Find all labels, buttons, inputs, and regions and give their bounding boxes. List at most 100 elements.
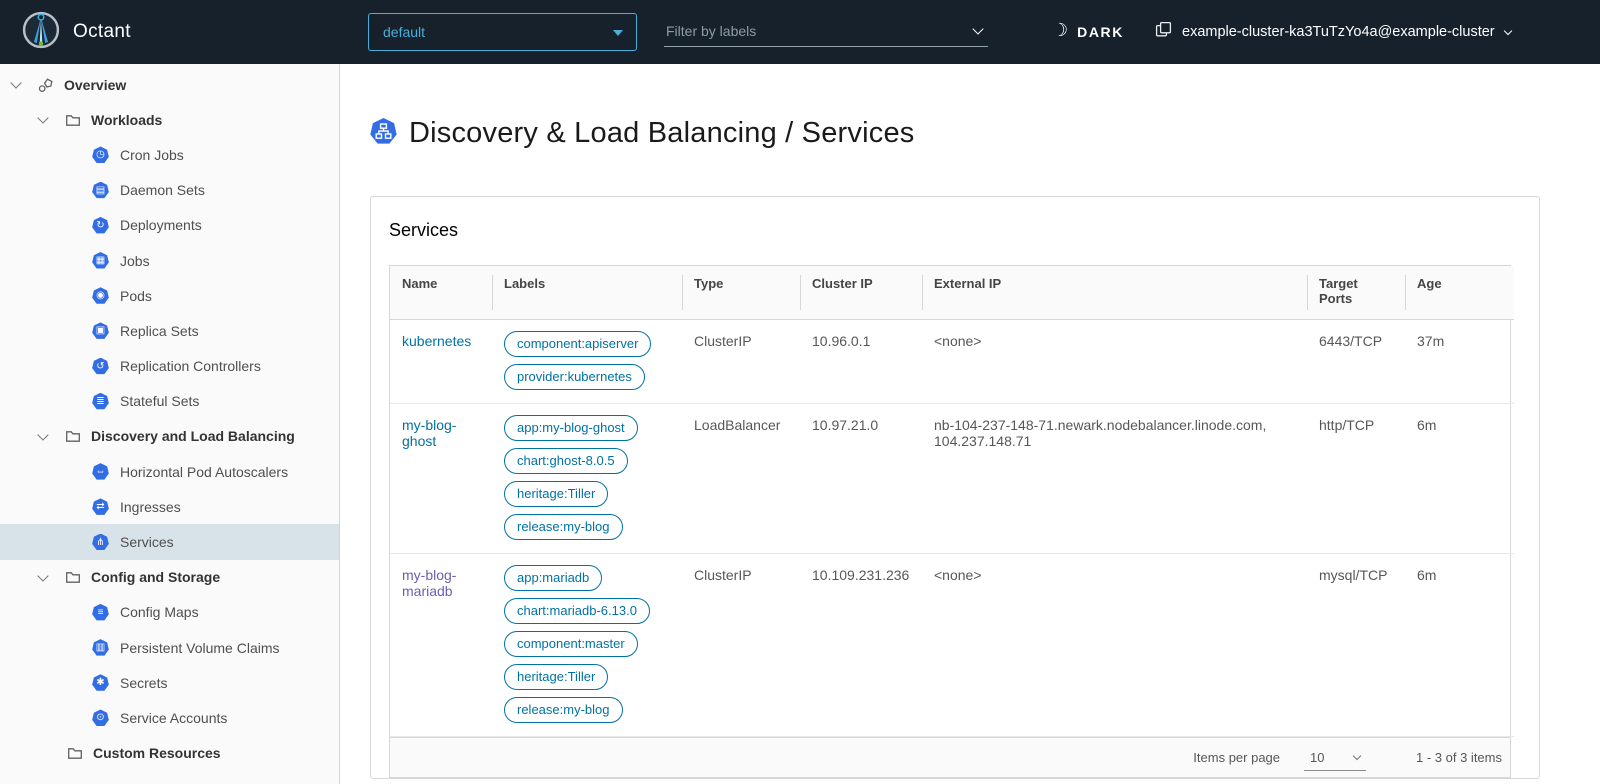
sidebar-item-label: Pods [120,288,152,304]
label-badge[interactable]: component:apiserver [504,331,651,357]
sidebar-item-label: Stateful Sets [120,393,199,409]
cell-type: ClusterIP [682,554,800,737]
page-title: Discovery & Load Balancing / Services [409,117,914,150]
sidebar-item-label: Config and Storage [91,569,220,585]
table-row-kubernetes: kubernetes component:apiserver provider:ku… [390,320,1514,404]
sidebar-item-deployments[interactable]: ↻Deployments [0,208,339,243]
sidebar-item-label: Jobs [120,253,150,269]
label-badge[interactable]: chart:ghost-8.0.5 [504,448,628,474]
sidebar-item-horizontal-pod-autoscalers[interactable]: ⇔Horizontal Pod Autoscalers [0,454,339,489]
sidebar-item-label: Ingresses [120,499,181,515]
pods-icon: ◉ [92,287,109,304]
services-card: Services NameLabelsTypeCluster IPExterna… [370,196,1540,780]
moon-icon: ☾ [1052,20,1068,41]
label-badge[interactable]: heritage:Tiller [504,481,608,507]
chevron-down-icon[interactable] [37,113,48,124]
sidebar-item-label: Replication Controllers [120,358,261,374]
cron-jobs-icon: ◷ [92,146,109,163]
sidebar-item-pods[interactable]: ◉ Pods [0,278,339,313]
chevron-down-icon[interactable] [972,23,983,34]
sidebar-item-daemon-sets[interactable]: ▤Daemon Sets [0,173,339,208]
service-link-my-blog-ghost[interactable]: my-blog-ghost [402,417,456,449]
secrets-icon: ✱ [92,674,109,691]
jobs-icon: ▦ [92,252,109,269]
sidebar-item-label: Horizontal Pod Autoscalers [120,464,288,480]
cell-cluster-ip: 10.97.21.0 [800,404,922,554]
services-table: NameLabelsTypeCluster IPExternal IPTarge… [390,266,1514,738]
chevron-down-icon[interactable] [37,570,48,581]
chevron-down-icon [1503,26,1511,34]
namespace-dropdown[interactable]: default [368,13,637,51]
app-logo[interactable]: Octant [22,0,131,64]
label-filter-input[interactable] [664,23,974,39]
sidebar-item-label: Workloads [91,112,162,128]
cell-external-ip: nb-104-237-148-71.newark.nodebalancer.li… [922,404,1307,554]
items-per-page-label: Items per page [1193,750,1280,765]
table-row-my-blog-ghost: my-blog-ghost app:my-blog-ghost chart:ghos… [390,404,1514,554]
sidebar-item-custom-resources[interactable]: Custom Resources [0,736,339,771]
sidebar-item-config-maps[interactable]: ≡Config Maps [0,595,339,630]
cell-type: LoadBalancer [682,404,800,554]
sidebar-item-label: Cron Jobs [120,147,184,163]
label-badge[interactable]: chart:mariadb-6.13.0 [504,598,650,624]
column-header-labels: Labels [492,266,682,320]
sidebar-item-discovery-and-load-balancing[interactable]: Discovery and Load Balancing [0,419,339,454]
cell-cluster-ip: 10.109.231.236 [800,554,922,737]
label-badge[interactable]: provider:kubernetes [504,364,645,390]
label-list: app:my-blog-ghost chart:ghost-8.0.5 herita… [504,415,670,540]
cell-type: ClusterIP [682,320,800,404]
sidebar-item-secrets[interactable]: ✱ Secrets [0,665,339,700]
sidebar-item-ingresses[interactable]: ⇄Ingresses [0,489,339,524]
cell-target-ports: 6443/TCP [1307,320,1405,404]
sidebar-item-overview[interactable]: Overview [0,67,339,102]
main-content: Discovery & Load Balancing / Services Se… [341,64,1600,784]
overview-icon [37,76,55,94]
sidebar-item-replication-controllers[interactable]: ↺Replication Controllers [0,349,339,384]
cell-age: 37m [1405,320,1514,404]
daemon-sets-icon: ▤ [92,182,109,199]
namespace-value: default [383,24,425,40]
chevron-down-icon[interactable] [10,77,21,88]
sidebar-item-replica-sets[interactable]: ▣Replica Sets [0,313,339,348]
page-size-select[interactable]: 10 [1304,745,1366,771]
sidebar-item-label: Config Maps [120,604,199,620]
sidebar-item-label: Overview [64,77,126,93]
sidebar-item-stateful-sets[interactable]: ≣Stateful Sets [0,384,339,419]
table-row-my-blog-mariadb: my-blog-mariadb app:mariadb chart:mariadb-… [390,554,1514,737]
sidebar-item-label: Custom Resources [93,745,221,761]
sidebar-item-cron-jobs[interactable]: ◷ Cron Jobs [0,137,339,172]
config-and-storage-icon [64,568,82,586]
theme-toggle-button[interactable]: ☾ DARK [1052,0,1124,64]
cluster-icon [1155,21,1172,43]
label-badge[interactable]: component:master [504,631,638,657]
label-badge[interactable]: release:my-blog [504,514,623,540]
label-badge[interactable]: app:mariadb [504,565,602,591]
column-header-cluster-ip: Cluster IP [800,266,922,320]
datagrid-footer: Items per page 10 1 - 3 of 3 items [390,737,1510,777]
service-link-my-blog-mariadb[interactable]: my-blog-mariadb [402,567,456,599]
sidebar-item-label: Secrets [120,675,167,691]
octant-logo-icon [22,11,60,54]
label-badge[interactable]: app:my-blog-ghost [504,415,638,441]
label-badge[interactable]: heritage:Tiller [504,664,608,690]
persistent-volume-claims-icon: ▥ [92,639,109,656]
sidebar-item-config-and-storage[interactable]: Config and Storage [0,560,339,595]
cluster-context-label: example-cluster-ka3TuTzYo4a@example-clus… [1182,24,1495,40]
column-header-age: Age [1405,266,1514,320]
app-title: Octant [73,21,131,43]
sidebar-navigation: Overview Workloads ◷ Cron Jobs ▤Daemon Sets↻… [0,64,340,784]
sidebar-item-workloads[interactable]: Workloads [0,102,339,137]
sidebar-tree: Overview Workloads ◷ Cron Jobs ▤Daemon Sets↻… [0,67,339,771]
sidebar-item-jobs[interactable]: ▦ Jobs [0,243,339,278]
label-list: component:apiserver provider:kubernetes [504,331,670,390]
cell-cluster-ip: 10.96.0.1 [800,320,922,404]
chevron-down-icon[interactable] [37,429,48,440]
sidebar-item-services[interactable]: ⋔Services [0,524,339,559]
service-link-kubernetes[interactable]: kubernetes [402,333,471,349]
sidebar-item-service-accounts[interactable]: ⊙Service Accounts [0,700,339,735]
table-body: kubernetes component:apiserver provider:ku… [390,320,1514,737]
sidebar-item-persistent-volume-claims[interactable]: ▥Persistent Volume Claims [0,630,339,665]
column-header-name: Name [390,266,492,320]
label-badge[interactable]: release:my-blog [504,697,623,723]
cluster-context-selector[interactable]: example-cluster-ka3TuTzYo4a@example-clus… [1155,0,1511,64]
